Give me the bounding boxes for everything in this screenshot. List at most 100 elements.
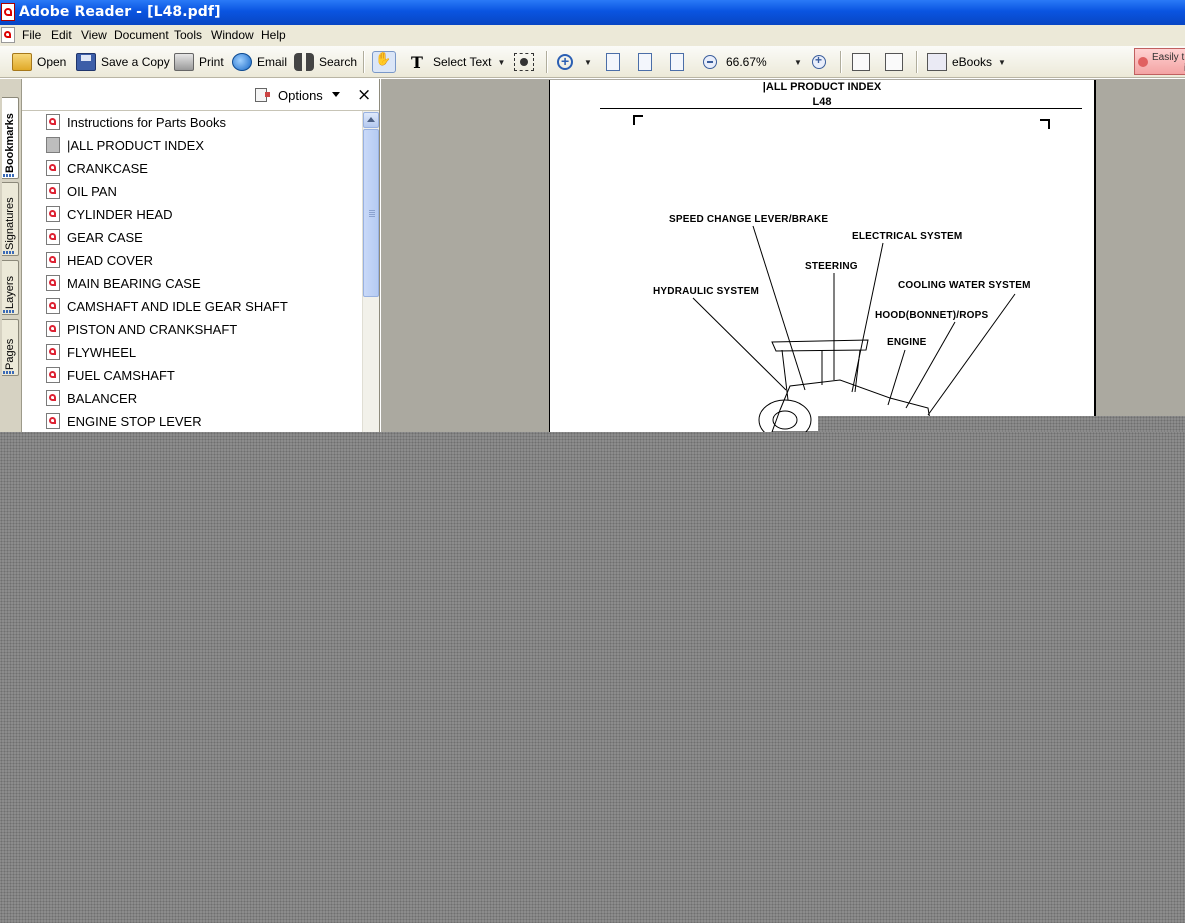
- chevron-down-icon[interactable]: ▼: [497, 58, 505, 67]
- bookmark-item[interactable]: OIL PAN: [46, 180, 117, 202]
- label-hydraulic: HYDRAULIC SYSTEM: [653, 286, 759, 297]
- promo-line-1: Easily t: [1152, 52, 1185, 63]
- bookmark-item[interactable]: CYLINDER HEAD: [46, 203, 172, 225]
- label-speed-change: SPEED CHANGE LEVER/BRAKE: [669, 214, 829, 225]
- zoom-in-tool-button[interactable]: ▼: [557, 50, 592, 74]
- pdf-bookmark-icon: [46, 114, 60, 130]
- fit-page-button[interactable]: [638, 50, 657, 74]
- bookmark-item[interactable]: BALANCER: [46, 387, 137, 409]
- pdf-bookmark-icon: [46, 413, 60, 429]
- save-copy-button[interactable]: Save a Copy: [76, 50, 170, 74]
- bookmark-label: FLYWHEEL: [67, 344, 137, 360]
- options-menu[interactable]: Options: [278, 88, 323, 103]
- zoom-level-input[interactable]: [724, 53, 790, 71]
- bookmark-label: HEAD COVER: [67, 252, 153, 268]
- tab-bookmarks[interactable]: Bookmarks: [2, 97, 19, 179]
- email-button[interactable]: Email: [232, 50, 287, 74]
- menu-tools[interactable]: Tools: [174, 28, 202, 42]
- fit-width-button[interactable]: [670, 50, 689, 74]
- scrollbar-thumb[interactable]: [363, 129, 379, 297]
- bookmark-label: OIL PAN: [67, 183, 117, 199]
- options-icon[interactable]: [255, 88, 270, 102]
- save-copy-label: Save a Copy: [101, 55, 170, 69]
- label-hood: HOOD(BONNET)/ROPS: [875, 310, 989, 321]
- label-engine: ENGINE: [887, 337, 927, 348]
- bookmark-item[interactable]: Instructions for Parts Books: [46, 111, 226, 133]
- bookmark-item[interactable]: |ALL PRODUCT INDEX: [46, 134, 204, 156]
- menu-help[interactable]: Help: [261, 28, 286, 42]
- actual-size-button[interactable]: [606, 50, 625, 74]
- menu-edit[interactable]: Edit: [51, 28, 72, 42]
- menu-document[interactable]: Document: [114, 28, 169, 42]
- bookmark-item[interactable]: PISTON AND CRANKSHAFT: [46, 318, 237, 340]
- label-steering: STEERING: [805, 261, 858, 272]
- document-icon[interactable]: [1, 27, 15, 43]
- print-button[interactable]: Print: [174, 50, 224, 74]
- zoom-in-button[interactable]: [812, 50, 831, 74]
- zoom-dropdown-button[interactable]: ▼: [788, 50, 802, 74]
- menu-view[interactable]: View: [81, 28, 107, 42]
- bookmark-label: ENGINE STOP LEVER: [67, 413, 202, 429]
- bookmark-label: CAMSHAFT AND IDLE GEAR SHAFT: [67, 298, 288, 314]
- toolbar-separator: [916, 51, 918, 73]
- scroll-up-arrow-icon[interactable]: [363, 112, 379, 128]
- tab-layers[interactable]: Layers: [2, 260, 19, 315]
- search-button[interactable]: Search: [294, 50, 357, 74]
- floppy-disk-icon: [76, 53, 96, 71]
- zoom-out-button[interactable]: [703, 50, 722, 74]
- rotate-page-icon: [852, 53, 870, 71]
- close-panel-icon[interactable]: ×: [357, 85, 371, 105]
- binoculars-icon: [294, 53, 314, 71]
- hand-tool-button[interactable]: [372, 50, 401, 74]
- bookmarks-panel-header: Options ×: [22, 79, 379, 111]
- bookmark-item[interactable]: CAMSHAFT AND IDLE GEAR SHAFT: [46, 295, 288, 317]
- menu-window[interactable]: Window: [211, 28, 254, 42]
- title-bar: Adobe Reader - [L48.pdf]: [0, 0, 1185, 25]
- bookmark-label: PISTON AND CRANKSHAFT: [67, 321, 238, 337]
- bookmark-item[interactable]: GEAR CASE: [46, 226, 143, 248]
- pdf-bookmark-icon: [46, 321, 60, 337]
- pdf-bookmark-icon: [46, 160, 60, 176]
- promo-line-2: inf: [1152, 63, 1185, 74]
- rotate-page-ccw-icon: [885, 53, 903, 71]
- printer-icon: [174, 53, 194, 71]
- print-label: Print: [199, 55, 224, 69]
- text-cursor-icon: [408, 53, 428, 72]
- tab-pages[interactable]: Pages: [2, 319, 19, 376]
- chevron-down-icon[interactable]: [332, 92, 340, 97]
- rotate-counter-button[interactable]: [885, 50, 908, 74]
- window-title: Adobe Reader - [L48.pdf]: [19, 4, 221, 20]
- bookmark-item[interactable]: FUEL CAMSHAFT: [46, 364, 175, 386]
- open-folder-icon: [12, 53, 32, 71]
- snapshot-tool-button[interactable]: [514, 50, 539, 74]
- search-label: Search: [319, 55, 358, 69]
- bookmark-item[interactable]: HEAD COVER: [46, 249, 153, 271]
- bookmark-item[interactable]: FLYWHEEL: [46, 341, 136, 363]
- chevron-down-icon: ▼: [794, 57, 802, 67]
- adobe-reader-icon: [1, 3, 15, 21]
- menu-file[interactable]: File: [22, 28, 41, 42]
- plain-bookmark-icon: [46, 137, 60, 153]
- unrendered-region: [818, 416, 1185, 433]
- promo-banner[interactable]: Easily tinf: [1134, 48, 1185, 75]
- pdf-bookmark-icon: [46, 298, 60, 314]
- pdf-page[interactable]: |ALL PRODUCT INDEX L48 SPEED CHANGE LEVE…: [549, 80, 1096, 433]
- toolbar-separator: [546, 51, 548, 73]
- bookmarks-panel: Options × Instructions for Parts Books |…: [22, 79, 380, 433]
- magnifier-plus-icon: [557, 53, 573, 70]
- select-text-button[interactable]: Select Text ▼: [408, 50, 505, 74]
- chevron-down-icon[interactable]: ▼: [584, 58, 592, 67]
- pdf-bookmark-icon: [46, 206, 60, 222]
- toolbar-separator: [363, 51, 365, 73]
- bookmark-scrollbar[interactable]: [362, 111, 379, 433]
- open-label: Open: [37, 55, 67, 69]
- chevron-down-icon[interactable]: ▼: [998, 58, 1006, 67]
- zoom-in-icon: [812, 53, 826, 69]
- open-button[interactable]: Open: [12, 50, 66, 74]
- bookmark-item[interactable]: MAIN BEARING CASE: [46, 272, 201, 294]
- tab-signatures[interactable]: Signatures: [2, 182, 19, 256]
- bookmark-item[interactable]: CRANKCASE: [46, 157, 148, 179]
- bookmark-item[interactable]: ENGINE STOP LEVER: [46, 410, 202, 432]
- ebooks-button[interactable]: eBooks ▼: [927, 50, 1006, 74]
- rotate-button[interactable]: [852, 50, 875, 74]
